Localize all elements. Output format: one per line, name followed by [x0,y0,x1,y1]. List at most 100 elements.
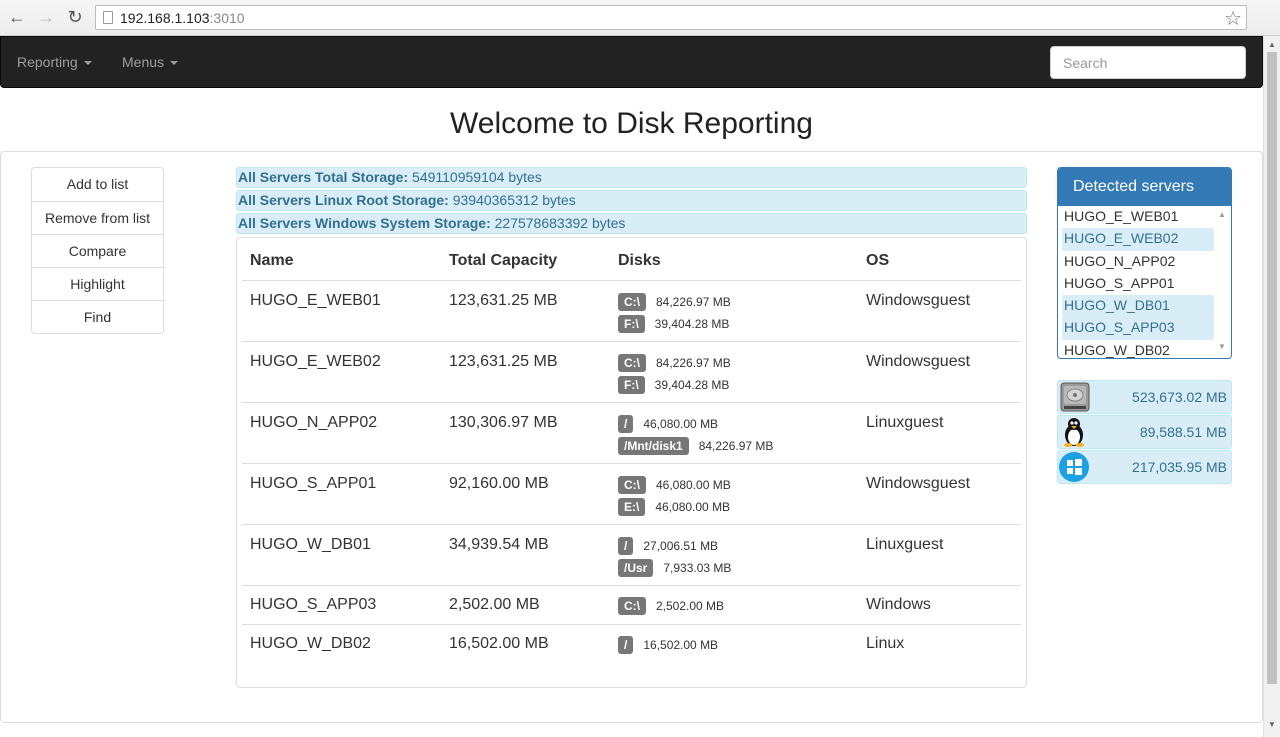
disk-size: 46,080.00 MB [643,417,719,431]
bookmark-star-icon[interactable]: ☆ [1224,6,1242,31]
disk-label: F:\ [618,376,645,394]
detected-servers-listbox[interactable]: HUGO_E_WEB01 HUGO_E_WEB02 HUGO_N_APP02 H… [1062,206,1214,358]
server-option[interactable]: HUGO_E_WEB02 [1062,228,1214,251]
disk-size: 46,080.00 MB [656,478,731,492]
highlight-button[interactable]: Highlight [32,267,163,300]
disk-size: 7,933.03 MB [663,561,732,575]
address-bar[interactable]: 192.168.1.103:3010 ☆ [95,5,1247,30]
capacity-cell: 123,631.25 MB [449,353,558,370]
summary-value: 549110959104 bytes [412,169,542,185]
url-host: 192.168.1.103 [120,10,210,26]
table-row[interactable]: HUGO_E_WEB02 123,631.25 MB C:\ 84,226.97 … [242,341,1021,402]
windows-icon [1059,452,1089,482]
disk-label: C:\ [618,597,646,615]
url-port: :3010 [209,10,245,26]
linux-penguin-icon [1064,418,1084,447]
page-scrollbar[interactable]: ▲ ▼ [1263,36,1280,737]
disk-label: C:\ [618,476,646,494]
disk-entry: /Mnt/disk1 84,226.97 MB [618,437,773,456]
disk-entry: / 46,080.00 MB [618,415,718,434]
capacity-cell: 123,631.25 MB [449,292,558,309]
page-icon [103,11,113,24]
server-name-cell: HUGO_E_WEB02 [250,353,381,370]
os-cell: Windowsguest [866,292,971,309]
summary-label: All Servers Linux Root Storage: [238,192,449,208]
server-name-cell: HUGO_E_WEB01 [250,292,381,309]
server-name-cell: HUGO_S_APP01 [250,475,377,492]
scrollbar-thumb[interactable] [1267,52,1277,684]
disk-size: 39,404.28 MB [654,317,730,331]
scroll-up-icon[interactable]: ▲ [1268,40,1276,49]
disk-size: 27,006.51 MB [643,539,719,553]
capacity-cell: 92,160.00 MB [449,475,549,492]
server-name-cell: HUGO_N_APP02 [250,414,378,431]
server-name-cell: HUGO_W_DB02 [250,635,371,652]
action-list: Add to list Remove from list Compare Hig… [31,167,164,334]
disk-entry: / 16,502.00 MB [618,636,718,655]
disk-size: 2,502.00 MB [656,599,725,613]
windows-total: 217,035.95 MB [1057,450,1232,484]
disk-size: 39,404.28 MB [654,378,730,392]
menus-menu-label: Menus [122,54,165,70]
total-storage-summary: All Servers Total Storage: 549110959104 … [236,167,1027,188]
disk-entry: C:\ 2,502.00 MB [618,597,724,616]
caret-down-icon [83,61,92,66]
scroll-down-icon[interactable]: ▼ [1268,720,1276,729]
detected-servers-title: Detected servers [1058,168,1231,206]
table-row[interactable]: HUGO_N_APP02 130,306.97 MB / 46,080.00 MB… [242,402,1021,463]
disk-size: 46,080.00 MB [655,500,731,514]
forward-arrow-icon[interactable]: → [35,6,57,28]
menus-menu[interactable]: Menus [122,54,179,70]
column-header-name: Name [250,252,294,269]
disk-size: 84,226.97 MB [698,439,774,453]
server-option[interactable]: HUGO_S_APP03 [1062,317,1214,340]
total-value: 217,035.95 MB [1132,459,1227,475]
scroll-up-icon[interactable]: ▲ [1218,210,1226,219]
column-header-os: OS [866,252,890,269]
linux-root-storage-summary: All Servers Linux Root Storage: 93940365… [236,190,1027,211]
server-option[interactable]: HUGO_E_WEB01 [1062,206,1214,228]
server-option[interactable]: HUGO_W_DB02 [1062,340,1214,358]
os-cell: Windowsguest [866,475,971,492]
disk-label: / [618,537,634,555]
table-row[interactable]: HUGO_W_DB02 16,502.00 MB / 16,502.00 MB L… [242,624,1021,664]
remove-from-list-button[interactable]: Remove from list [32,201,163,234]
add-to-list-button[interactable]: Add to list [32,168,163,201]
summary-label: All Servers Total Storage: [238,169,409,185]
server-option[interactable]: HUGO_W_DB01 [1062,295,1214,318]
server-option[interactable]: HUGO_N_APP02 [1062,251,1214,273]
all-disks-total: 523,673.02 MB [1057,380,1232,414]
column-header-disks: Disks [618,252,661,269]
scroll-down-icon[interactable]: ▼ [1218,342,1226,351]
disk-entry: E:\ 46,080.00 MB [618,498,730,517]
browser-toolbar: ← → ↻ 192.168.1.103:3010 ☆ [0,0,1280,36]
summary-value: 93940365312 bytes [452,192,576,208]
caret-down-icon [170,61,179,66]
table-row[interactable]: HUGO_S_APP03 2,502.00 MB C:\ 2,502.00 MB … [242,585,1021,624]
url-text: 192.168.1.103:3010 [120,10,245,26]
disk-entry: C:\ 84,226.97 MB [618,293,731,312]
reporting-menu[interactable]: Reporting [17,54,92,70]
server-option[interactable]: HUGO_S_APP01 [1062,273,1214,295]
hard-disk-icon [1060,382,1090,412]
os-cell: Windowsguest [866,353,971,370]
search-input[interactable] [1050,46,1246,79]
table-row[interactable]: HUGO_E_WEB01 123,631.25 MB C:\ 84,226.97 … [242,280,1021,341]
listbox-scrollbar[interactable]: ▲ ▼ [1215,208,1229,356]
disk-label: F:\ [618,315,645,333]
detected-servers-panel: Detected servers HUGO_E_WEB01 HUGO_E_WEB… [1057,167,1232,359]
back-arrow-icon[interactable]: ← [6,6,28,28]
disk-label: /Mnt/disk1 [618,437,689,455]
reload-icon[interactable]: ↻ [64,6,86,28]
os-cell: Linux [866,635,905,652]
server-name-cell: HUGO_W_DB01 [250,536,371,553]
find-button[interactable]: Find [32,300,163,333]
table-row[interactable]: HUGO_S_APP01 92,160.00 MB C:\ 46,080.00 M… [242,463,1021,524]
table-row[interactable]: HUGO_W_DB01 34,939.54 MB / 27,006.51 MB /… [242,524,1021,585]
top-navbar: Reporting Menus [0,36,1263,88]
disk-size: 84,226.97 MB [656,356,731,370]
disk-entry: C:\ 84,226.97 MB [618,354,731,373]
capacity-cell: 2,502.00 MB [449,596,540,613]
compare-button[interactable]: Compare [32,234,163,267]
server-table: Name Total Capacity Disks OS HUGO_E_WEB0… [236,237,1027,688]
